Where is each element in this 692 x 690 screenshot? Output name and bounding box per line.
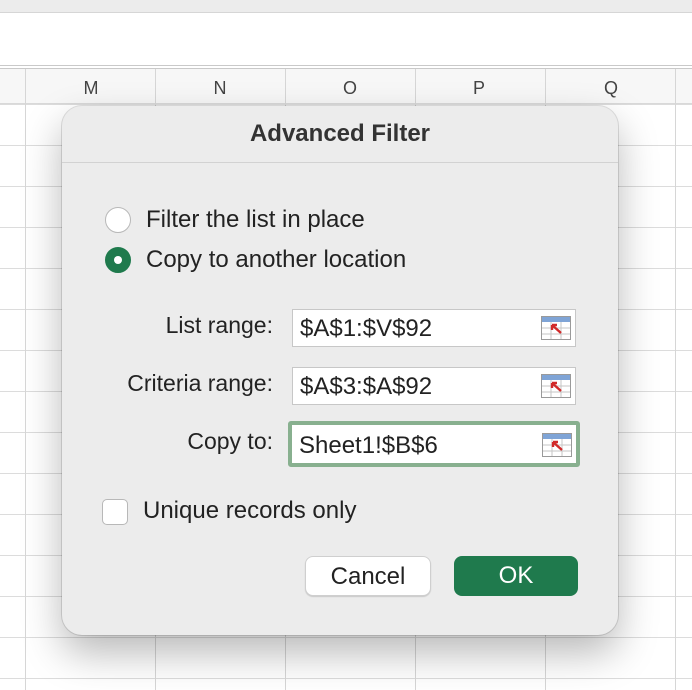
range-selector-icon[interactable] bbox=[541, 316, 571, 340]
title-divider bbox=[62, 162, 618, 163]
formula-bar-area bbox=[0, 13, 692, 65]
column-header-m[interactable]: M bbox=[61, 78, 121, 99]
column-divider bbox=[25, 69, 26, 690]
unique-records-label[interactable]: Unique records only bbox=[143, 497, 356, 525]
list-range-input[interactable] bbox=[300, 315, 530, 343]
criteria-range-label: Criteria range: bbox=[127, 370, 273, 396]
column-header-o[interactable]: O bbox=[320, 78, 380, 99]
filter-in-place-label[interactable]: Filter the list in place bbox=[146, 206, 365, 234]
criteria-range-input[interactable] bbox=[300, 373, 530, 401]
ok-button[interactable]: OK bbox=[454, 556, 578, 596]
copy-to-location-radio[interactable] bbox=[105, 247, 131, 273]
divider bbox=[0, 65, 692, 66]
copy-to-input[interactable] bbox=[299, 432, 529, 460]
column-header-p[interactable]: P bbox=[449, 78, 509, 99]
column-header-n[interactable]: N bbox=[190, 78, 250, 99]
copy-to-field[interactable] bbox=[288, 421, 580, 467]
toolbar-strip bbox=[0, 0, 692, 13]
range-selector-icon[interactable] bbox=[542, 433, 572, 457]
copy-to-label: Copy to: bbox=[187, 428, 273, 454]
list-range-label: List range: bbox=[165, 312, 273, 338]
criteria-range-field[interactable] bbox=[292, 367, 576, 405]
column-header-q[interactable]: Q bbox=[581, 78, 641, 99]
dialog-title: Advanced Filter bbox=[249, 120, 431, 147]
cancel-button[interactable]: Cancel bbox=[305, 556, 431, 596]
filter-in-place-radio[interactable] bbox=[105, 207, 131, 233]
list-range-field[interactable] bbox=[292, 309, 576, 347]
advanced-filter-dialog: Advanced Filter Filter the list in place… bbox=[62, 106, 618, 635]
column-divider bbox=[675, 69, 676, 690]
range-selector-icon[interactable] bbox=[541, 374, 571, 398]
copy-to-location-label[interactable]: Copy to another location bbox=[146, 246, 406, 274]
unique-records-checkbox[interactable] bbox=[102, 499, 128, 525]
